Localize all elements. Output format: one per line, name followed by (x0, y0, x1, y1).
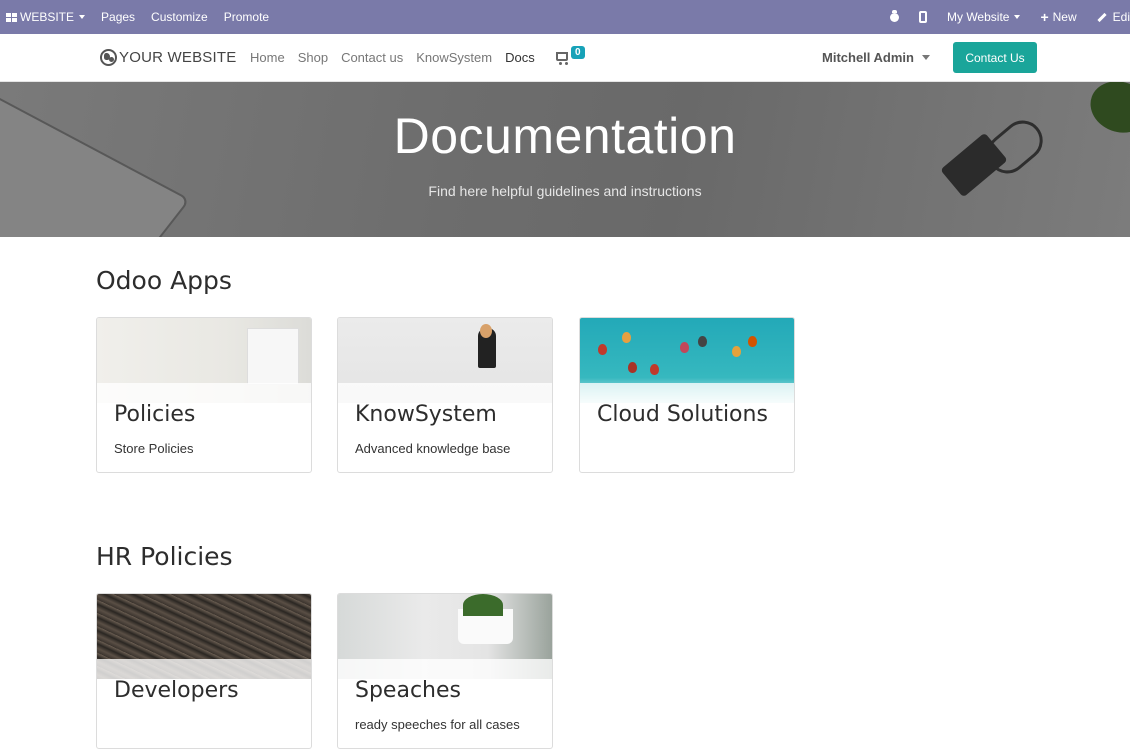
admin-bar-right: My Website + New Edi (880, 0, 1130, 34)
edit-button[interactable]: Edi (1087, 10, 1130, 24)
menu-promote[interactable]: Promote (216, 10, 277, 24)
mobile-preview-button[interactable] (909, 11, 937, 23)
cart-link[interactable]: 0 (556, 46, 585, 65)
nav-links: Home Shop Contact us KnowSystem Docs (250, 50, 548, 65)
contact-us-button[interactable]: Contact Us (953, 42, 1037, 73)
plus-icon: + (1040, 9, 1049, 25)
card-title: Developers (114, 678, 239, 703)
balloon-shape (680, 342, 689, 353)
card-speaches[interactable]: Speaches ready speeches for all cases (337, 593, 553, 749)
mobile-icon (918, 11, 927, 23)
caret-down-icon (1014, 15, 1021, 19)
card-title: Speaches (355, 678, 461, 703)
caret-down-icon (79, 15, 86, 19)
user-name: Mitchell Admin (822, 50, 914, 65)
user-menu[interactable]: Mitchell Admin (822, 50, 930, 65)
nav-link-contact[interactable]: Contact us (341, 50, 403, 65)
globe-icon (100, 49, 117, 66)
nav-link-docs[interactable]: Docs (505, 50, 535, 65)
card-title: KnowSystem (355, 402, 497, 427)
card-title: Cloud Solutions (597, 402, 768, 427)
admin-bar: WEBSITE Pages Customize Promote My Websi… (0, 0, 1130, 34)
website-menu-button[interactable]: WEBSITE (0, 10, 93, 24)
card-cloud-solutions[interactable]: Cloud Solutions (579, 317, 795, 473)
site-logo[interactable]: YOUR WEBSITE (100, 49, 236, 66)
cart-icon (556, 52, 568, 65)
card-description: ready speeches for all cases (355, 717, 520, 732)
hero-subtitle: Find here helpful guidelines and instruc… (428, 183, 702, 199)
website-switcher[interactable]: My Website (937, 10, 1030, 24)
balloon-shape (732, 346, 741, 357)
balloon-shape (698, 336, 707, 347)
edit-label: Edi (1112, 10, 1130, 24)
section-title-hr-policies: HR Policies (96, 542, 233, 571)
balloon-shape (598, 344, 607, 355)
balloon-shape (622, 332, 631, 343)
section-title-odoo-apps: Odoo Apps (96, 266, 232, 295)
nav-link-home[interactable]: Home (250, 50, 285, 65)
menu-pages[interactable]: Pages (93, 10, 143, 24)
website-switcher-label: My Website (946, 10, 1010, 24)
balloon-shape (650, 364, 659, 375)
nav-link-shop[interactable]: Shop (298, 50, 328, 65)
card-title: Policies (114, 402, 196, 427)
site-navbar: YOUR WEBSITE Home Shop Contact us KnowSy… (0, 34, 1130, 82)
cart-count-badge: 0 (571, 46, 585, 59)
card-description: Advanced knowledge base (355, 441, 511, 456)
new-button[interactable]: + New (1030, 9, 1086, 25)
balloon-shape (628, 362, 637, 373)
caret-down-icon (921, 55, 930, 60)
card-developers[interactable]: Developers (96, 593, 312, 749)
hero-title: Documentation (393, 108, 737, 164)
apps-grid-icon (6, 12, 17, 22)
card-knowsystem[interactable]: KnowSystem Advanced knowledge base (337, 317, 553, 473)
website-menu-label: WEBSITE (20, 10, 75, 24)
bug-icon (889, 9, 899, 22)
menu-customize[interactable]: Customize (143, 10, 216, 24)
card-policies[interactable]: Policies Store Policies (96, 317, 312, 473)
card-description: Store Policies (114, 441, 194, 456)
debug-button[interactable] (880, 9, 909, 22)
balloon-shape (748, 336, 757, 347)
nav-link-knowsystem[interactable]: KnowSystem (416, 50, 492, 65)
admin-bar-left: WEBSITE Pages Customize Promote (0, 0, 277, 34)
logo-text: YOUR WEBSITE (119, 49, 237, 66)
new-label: New (1052, 10, 1077, 24)
hero-banner: Documentation Find here helpful guidelin… (0, 82, 1130, 237)
pencil-icon (1097, 12, 1107, 22)
